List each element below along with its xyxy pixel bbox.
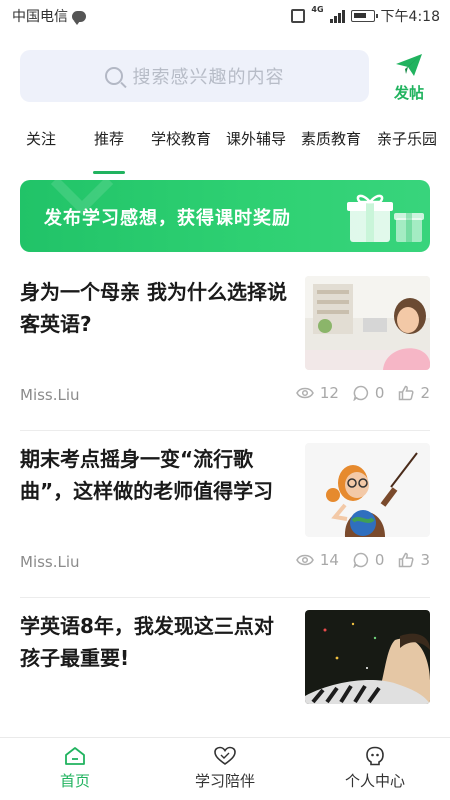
article-card[interactable]: 期末考点摇身一变“流行歌曲”，这样做的老师值得学习 Miss.Liu 14 0 … (20, 443, 430, 577)
likes-count: 2 (420, 384, 430, 402)
nav-label: 个人中心 (344, 772, 405, 790)
eye-icon (295, 387, 314, 399)
nav-home[interactable]: 首页 (0, 746, 150, 791)
search-icon (104, 67, 123, 85)
divider (20, 597, 430, 598)
heart-icon (214, 746, 236, 765)
vibrate-icon (291, 9, 306, 23)
woman-dark-thumbnail (305, 610, 430, 704)
chat-icon (72, 10, 86, 25)
gift-icon (347, 194, 424, 242)
comments-stat[interactable]: 0 (353, 384, 385, 402)
comment-icon (353, 552, 369, 568)
carrier-name: 中国电信 (12, 9, 68, 25)
tab-parent-child[interactable]: 亲子乐园 (374, 128, 440, 174)
tab-label: 课外辅导 (225, 130, 286, 148)
search-placeholder: 搜索感兴趣的内容 (132, 67, 285, 88)
views-count: 12 (319, 384, 339, 402)
tab-label: 素质教育 (300, 130, 361, 148)
eye-icon (295, 554, 314, 566)
status-right: 4G 下午4:18 (291, 6, 440, 26)
views-count: 14 (319, 551, 339, 569)
search-input[interactable]: 搜索感兴趣的内容 (20, 50, 369, 102)
article-author: Miss.Liu (20, 553, 80, 571)
article-card[interactable]: 学英语8年，我发现这三点对孩子最重要! (20, 610, 430, 710)
nav-study-companion[interactable]: 学习陪伴 (150, 746, 300, 791)
article-card[interactable]: 身为一个母亲 我为什么选择说客英语? Miss.Liu 12 0 2 (20, 276, 430, 410)
tab-label: 关注 (25, 130, 56, 148)
comments-count: 0 (374, 384, 385, 402)
bottom-navigation: 首页 学习陪伴 个人中心 (0, 737, 450, 800)
battery-icon (350, 10, 378, 22)
status-left: 中国电信 (12, 6, 86, 26)
article-author: Miss.Liu (20, 386, 80, 404)
views-stat: 12 (295, 384, 339, 402)
signal-icon (329, 9, 345, 23)
comments-count: 0 (374, 551, 385, 569)
nav-profile[interactable]: 个人中心 (300, 746, 450, 791)
comment-icon (353, 385, 369, 401)
girl-studying-thumbnail (305, 276, 430, 370)
views-stat: 14 (295, 551, 339, 569)
tab-tutoring[interactable]: 课外辅导 (223, 128, 289, 174)
tab-label: 学校教育 (150, 130, 211, 148)
category-tabs: 关注 推荐 学校教育 课外辅导 素质教育 亲子乐园 (0, 128, 450, 174)
likes-count: 3 (420, 551, 430, 569)
post-label: 发帖 (393, 84, 424, 102)
article-title: 学英语8年，我发现这三点对孩子最重要! (20, 614, 274, 670)
likes-stat[interactable]: 3 (398, 551, 430, 569)
home-icon (65, 747, 85, 765)
article-stats: 14 0 3 (288, 551, 430, 569)
article-title: 期末考点摇身一变“流行歌曲”，这样做的老师值得学习 (20, 447, 274, 503)
tab-label: 推荐 (93, 130, 124, 148)
paper-plane-icon (396, 54, 422, 76)
tab-recommended[interactable]: 推荐 (90, 128, 128, 174)
promo-banner[interactable]: 发布学习感想，获得课时奖励 (20, 180, 430, 252)
post-button[interactable]: 发帖 (384, 52, 434, 104)
network-type: 4G (311, 5, 324, 14)
nav-label: 学习陪伴 (194, 772, 255, 790)
tab-label: 亲子乐园 (376, 130, 437, 148)
likes-stat[interactable]: 2 (398, 384, 430, 402)
profile-icon (366, 746, 384, 766)
comments-stat[interactable]: 0 (353, 551, 385, 569)
thumbs-up-icon (399, 385, 414, 401)
article-title: 身为一个母亲 我为什么选择说客英语? (20, 280, 287, 336)
nav-label: 首页 (59, 772, 90, 790)
thumbs-up-icon (399, 552, 414, 568)
status-time: 下午4:18 (380, 9, 440, 25)
teacher-illustration-thumbnail (305, 443, 430, 537)
status-bar: 中国电信 4G 下午4:18 (0, 0, 450, 32)
tab-following[interactable]: 关注 (22, 128, 60, 174)
banner-text: 发布学习感想，获得课时奖励 (44, 208, 291, 229)
tab-school-education[interactable]: 学校教育 (148, 128, 214, 174)
tab-quality-education[interactable]: 素质教育 (298, 128, 364, 174)
article-stats: 12 0 2 (288, 384, 430, 402)
divider (20, 430, 430, 431)
